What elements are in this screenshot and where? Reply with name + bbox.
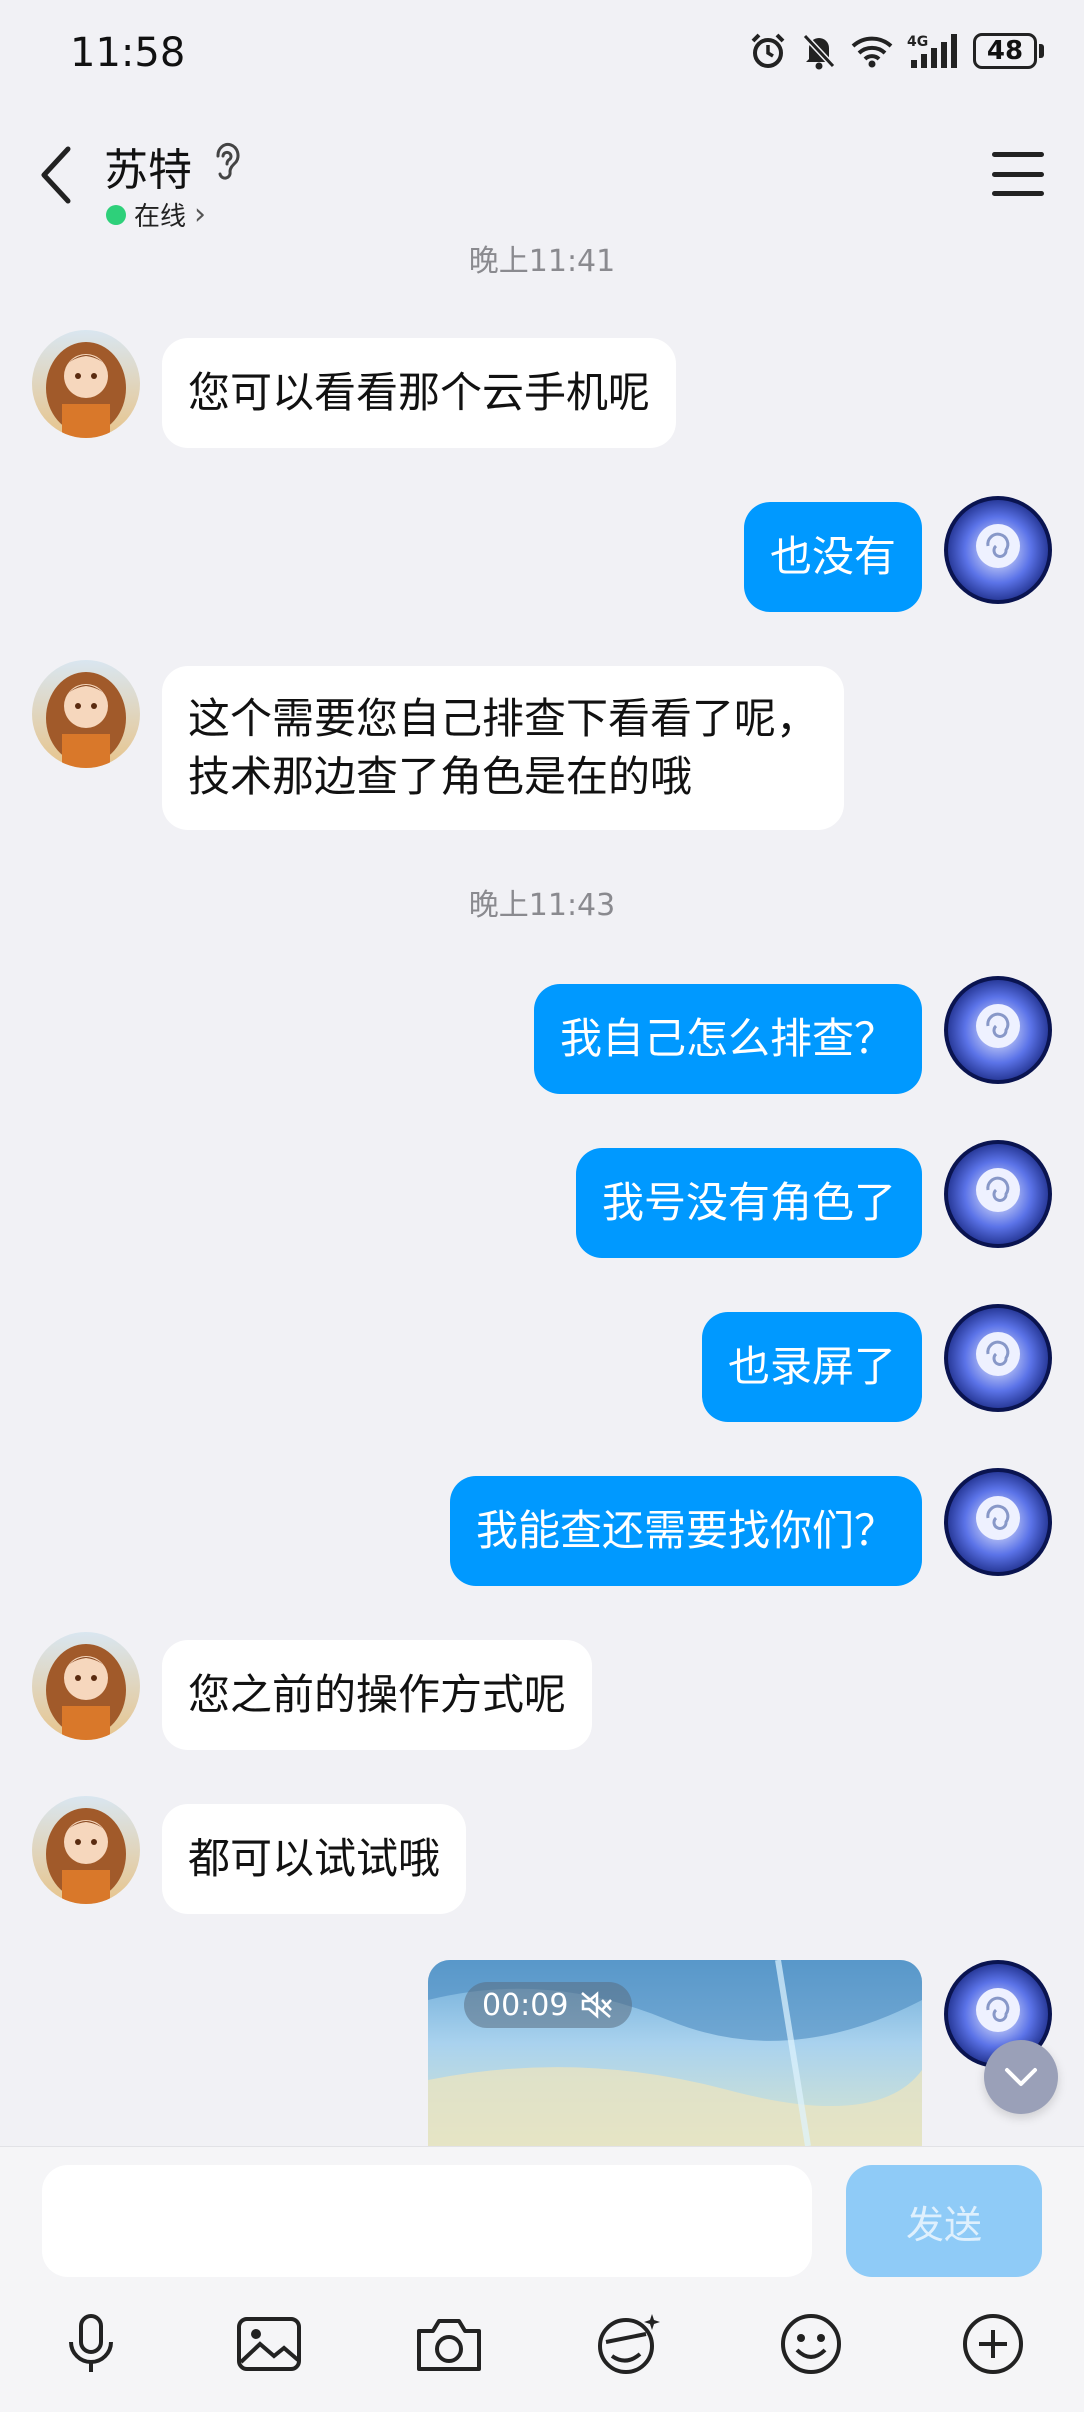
mic-icon bbox=[69, 2314, 113, 2372]
alarm-icon bbox=[751, 33, 785, 68]
message-bubble-outgoing[interactable]: 也没有 bbox=[743, 502, 922, 612]
menu-icon-line bbox=[992, 152, 1044, 157]
video-duration: 00:09 bbox=[482, 1987, 569, 2023]
camera-icon bbox=[417, 2319, 481, 2371]
back-button[interactable] bbox=[30, 140, 80, 210]
send-button[interactable]: 发送 bbox=[846, 2165, 1042, 2277]
my-avatar[interactable] bbox=[944, 1140, 1052, 1248]
message-bubble-incoming[interactable]: 您之前的操作方式呢 bbox=[162, 1640, 593, 1750]
menu-icon-line bbox=[992, 171, 1044, 177]
contact-avatar[interactable] bbox=[32, 1796, 140, 1904]
message-timestamp: 晚上11:43 bbox=[468, 888, 616, 923]
battery-level: 48 bbox=[973, 33, 1037, 69]
chevron-right-icon: › bbox=[194, 197, 207, 232]
menu-icon-line bbox=[992, 191, 1044, 196]
battery-indicator: 48 bbox=[973, 33, 1044, 69]
my-avatar[interactable] bbox=[944, 496, 1052, 604]
video-message[interactable]: 00:09 bbox=[428, 1960, 922, 2146]
menu-button[interactable] bbox=[992, 152, 1044, 196]
my-avatar[interactable] bbox=[944, 1468, 1052, 1576]
sticker-button[interactable] bbox=[584, 2299, 674, 2389]
chat-header: 苏特 在线 › bbox=[0, 110, 1084, 240]
status-bar: 11:58 4G 48 bbox=[0, 0, 1084, 110]
message-bubble-outgoing[interactable]: 也录屏了 bbox=[701, 1312, 922, 1422]
input-toolbar bbox=[0, 2299, 1084, 2409]
signal-4g-icon: 4G bbox=[907, 34, 957, 68]
message-bubble-outgoing[interactable]: 我能查还需要找你们？ bbox=[449, 1476, 922, 1586]
my-avatar[interactable] bbox=[944, 976, 1052, 1084]
image-button[interactable] bbox=[224, 2299, 314, 2389]
status-time: 11:58 bbox=[70, 30, 186, 76]
sticker-icon bbox=[598, 2314, 660, 2374]
chevron-left-icon bbox=[41, 146, 71, 204]
contact-avatar[interactable] bbox=[32, 660, 140, 768]
message-bubble-incoming[interactable]: 这个需要您自己排查下看看了呢， 技术那边查了角色是在的哦 bbox=[162, 666, 845, 830]
contact-avatar[interactable] bbox=[32, 1632, 140, 1740]
muted-speaker-icon bbox=[581, 1991, 613, 2019]
ear-icon[interactable] bbox=[210, 140, 244, 180]
image-icon bbox=[237, 2317, 301, 2371]
svg-text:4G: 4G bbox=[907, 34, 928, 50]
message-bubble-outgoing[interactable]: 我号没有角色了 bbox=[575, 1148, 922, 1258]
input-panel: 发送 bbox=[0, 2146, 1084, 2412]
contact-name[interactable]: 苏特 bbox=[104, 134, 192, 198]
mute-bell-icon bbox=[802, 33, 836, 70]
message-line: 技术那边查了角色是在的哦 bbox=[188, 752, 693, 801]
online-status[interactable]: 在线 › bbox=[106, 196, 206, 233]
scroll-to-bottom-button[interactable] bbox=[984, 2040, 1058, 2114]
emoji-icon bbox=[781, 2314, 841, 2374]
mic-button[interactable] bbox=[46, 2299, 136, 2389]
message-bubble-incoming[interactable]: 您可以看看那个云手机呢 bbox=[162, 338, 677, 448]
camera-button[interactable] bbox=[404, 2299, 494, 2389]
video-duration-badge: 00:09 bbox=[464, 1982, 633, 2028]
message-timestamp: 晚上11:41 bbox=[468, 244, 616, 279]
plus-icon bbox=[963, 2314, 1023, 2374]
chevron-down-icon bbox=[1005, 2068, 1037, 2086]
message-line: 这个需要您自己排查下看看了呢， bbox=[188, 694, 819, 743]
status-icons: 4G 48 bbox=[749, 32, 1044, 70]
message-input[interactable] bbox=[42, 2165, 812, 2277]
message-bubble-outgoing[interactable]: 我自己怎么排查？ bbox=[533, 984, 922, 1094]
online-status-label: 在线 bbox=[134, 202, 187, 232]
plus-button[interactable] bbox=[948, 2299, 1038, 2389]
online-dot bbox=[106, 204, 126, 225]
my-avatar[interactable] bbox=[944, 1304, 1052, 1412]
contact-avatar[interactable] bbox=[32, 330, 140, 438]
message-bubble-incoming[interactable]: 都可以试试哦 bbox=[162, 1804, 467, 1914]
wifi-icon bbox=[851, 36, 893, 68]
emoji-button[interactable] bbox=[766, 2299, 856, 2389]
